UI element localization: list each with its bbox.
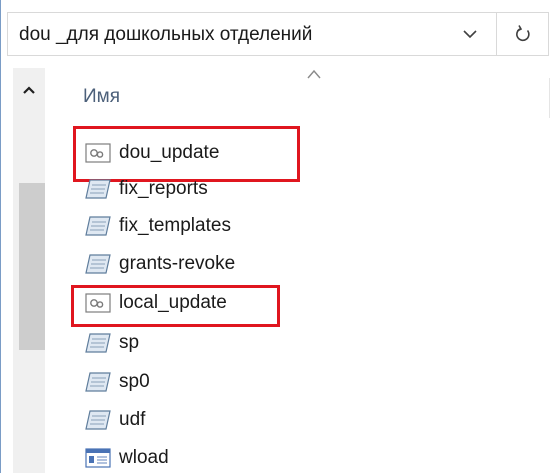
scroll-up-button[interactable]	[13, 78, 45, 102]
text-file-icon	[85, 216, 111, 236]
address-bar[interactable]: dou _для дошкольных отделений	[7, 12, 549, 56]
file-name: udf	[119, 409, 146, 430]
file-row-sp[interactable]: sp	[85, 327, 385, 359]
column-divider[interactable]	[549, 78, 550, 118]
sort-ascending-icon	[307, 69, 321, 79]
scroll-thumb[interactable]	[19, 183, 45, 350]
file-row-dou-update[interactable]: dou_update	[85, 137, 385, 169]
text-file-icon	[85, 254, 111, 274]
file-name: fix_reports	[119, 178, 208, 199]
refresh-button[interactable]	[497, 13, 549, 55]
file-row-sp0[interactable]: sp0	[85, 366, 385, 398]
file-row-wload[interactable]: wload	[85, 442, 385, 473]
file-name: fix_templates	[119, 215, 231, 236]
address-path[interactable]: dou _для дошкольных отделений	[19, 24, 312, 46]
file-name: grants-revoke	[119, 253, 236, 274]
settings-file-icon	[85, 293, 111, 313]
chevron-down-icon	[463, 30, 477, 39]
text-file-icon	[85, 372, 111, 392]
text-file-icon	[85, 333, 111, 353]
column-header-name[interactable]: Имя	[83, 86, 120, 108]
chevron-up-icon	[23, 86, 35, 94]
form-file-icon	[85, 448, 111, 468]
file-row-grants-revoke[interactable]: grants-revoke	[85, 248, 385, 280]
file-row-fix-templates[interactable]: fix_templates	[85, 210, 385, 242]
file-row-fix-reports[interactable]: fix_reports	[85, 173, 385, 205]
text-file-icon	[85, 410, 111, 430]
refresh-icon	[516, 25, 530, 42]
file-name: sp	[119, 332, 140, 353]
explorer-window: dou _для дошкольных отделений Имя dou_up…	[0, 0, 559, 473]
address-dropdown-button[interactable]	[448, 13, 492, 55]
settings-file-icon	[85, 143, 111, 163]
text-file-icon	[85, 179, 111, 199]
file-row-udf[interactable]: udf	[85, 404, 385, 436]
vertical-scrollbar[interactable]	[13, 68, 45, 473]
file-row-local-update[interactable]: local_update	[85, 287, 385, 319]
file-name: wload	[119, 447, 169, 468]
file-name: local_update	[119, 292, 227, 313]
file-name: dou_update	[119, 142, 220, 163]
file-name: sp0	[119, 371, 150, 392]
